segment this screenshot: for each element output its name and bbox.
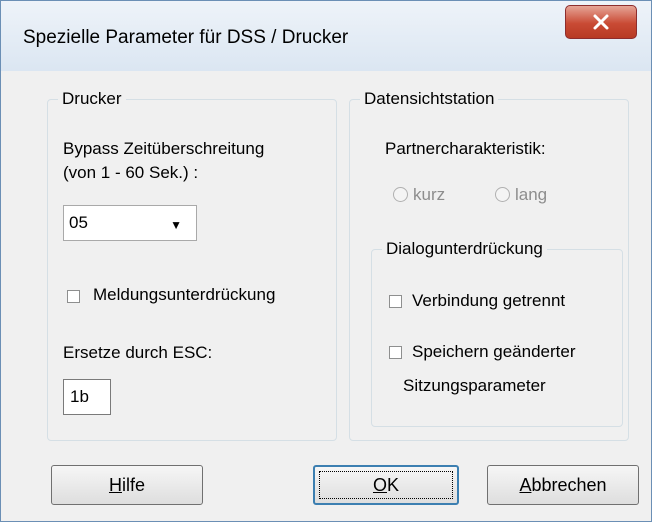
partner-label: Partnercharakteristik: [385, 139, 546, 158]
dialog-content: Drucker Bypass Zeitüberschreitung (von 1… [13, 71, 641, 511]
abbrechen-button[interactable]: Abbrechen [487, 465, 639, 505]
ersetze-value: 1b [70, 387, 89, 406]
radio-lang-label[interactable]: lang [515, 185, 547, 205]
dialog-legend: Dialogunterdrückung [386, 239, 543, 258]
bypass-label-line2: (von 1 - 60 Sek.) : [63, 163, 199, 182]
dialog-group: Dialogunterdrückung [371, 239, 623, 427]
speichern-label-line2: Sitzungsparameter [403, 376, 546, 395]
meldung-checkbox[interactable] [67, 290, 80, 303]
speichern-label-line1[interactable]: Speichern geänderter [412, 342, 576, 362]
bypass-timeout-combo[interactable]: 05 ▼ [63, 205, 197, 241]
dialog-window: Spezielle Parameter für DSS / Drucker Dr… [0, 0, 652, 522]
radio-kurz[interactable] [393, 187, 408, 202]
bypass-timeout-value: 05 [69, 213, 88, 232]
close-button[interactable] [565, 5, 637, 39]
hilfe-button[interactable]: Hilfe [51, 465, 203, 505]
window-title: Spezielle Parameter für DSS / Drucker [23, 27, 349, 48]
verbindung-checkbox[interactable] [389, 295, 402, 308]
radio-lang[interactable] [495, 187, 510, 202]
abbrechen-label: bbrechen [531, 474, 607, 495]
close-icon [593, 14, 609, 30]
drucker-legend: Drucker [62, 89, 122, 108]
bypass-label-line1: Bypass Zeitüberschreitung [63, 139, 265, 158]
datensichtstation-legend: Datensichtstation [364, 89, 495, 108]
verbindung-label[interactable]: Verbindung getrennt [412, 291, 565, 311]
radio-kurz-label[interactable]: kurz [413, 185, 445, 205]
hilfe-label: ilfe [121, 474, 145, 495]
title-bar[interactable]: Spezielle Parameter für DSS / Drucker [1, 1, 651, 71]
abbrechen-mnemonic: A [519, 474, 532, 495]
ok-button[interactable]: OK [313, 465, 459, 505]
focus-rect [319, 471, 453, 499]
meldung-label[interactable]: Meldungsunterdrückung [93, 285, 275, 305]
chevron-down-icon[interactable]: ▼ [170, 218, 182, 232]
ersetze-label: Ersetze durch ESC: [63, 343, 213, 362]
hilfe-mnemonic: H [108, 474, 122, 495]
speichern-checkbox[interactable] [389, 346, 402, 359]
ersetze-input[interactable]: 1b [63, 379, 111, 415]
